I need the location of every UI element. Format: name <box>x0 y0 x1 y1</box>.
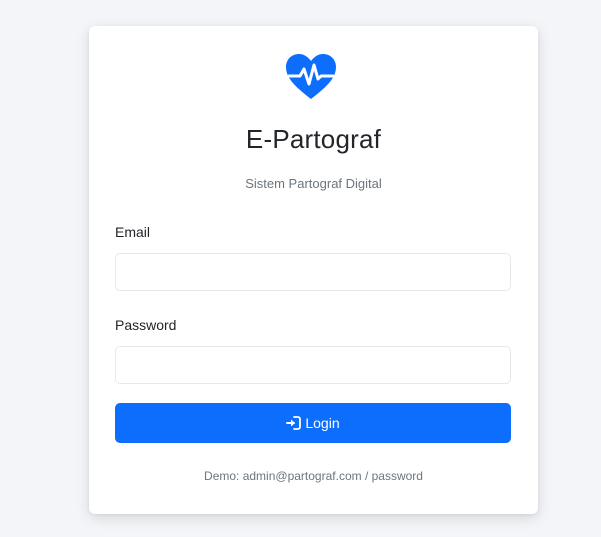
sign-in-icon <box>286 416 302 430</box>
email-label: Email <box>115 224 151 240</box>
app-title: E-Partograf <box>245 124 382 154</box>
login-page: E-Partograf Sistem Partograf Digital Ema… <box>0 0 601 537</box>
email-field[interactable] <box>115 253 511 291</box>
login-card: E-Partograf Sistem Partograf Digital Ema… <box>89 26 538 514</box>
app-subtitle: Sistem Partograf Digital <box>245 176 382 191</box>
password-field[interactable] <box>115 346 511 384</box>
password-label: Password <box>115 317 177 333</box>
demo-credentials: Demo: admin@partograf.com / password <box>204 469 423 483</box>
login-button[interactable]: Login <box>115 403 511 443</box>
heart-pulse-icon <box>283 52 339 102</box>
login-button-label: Login <box>305 415 340 431</box>
